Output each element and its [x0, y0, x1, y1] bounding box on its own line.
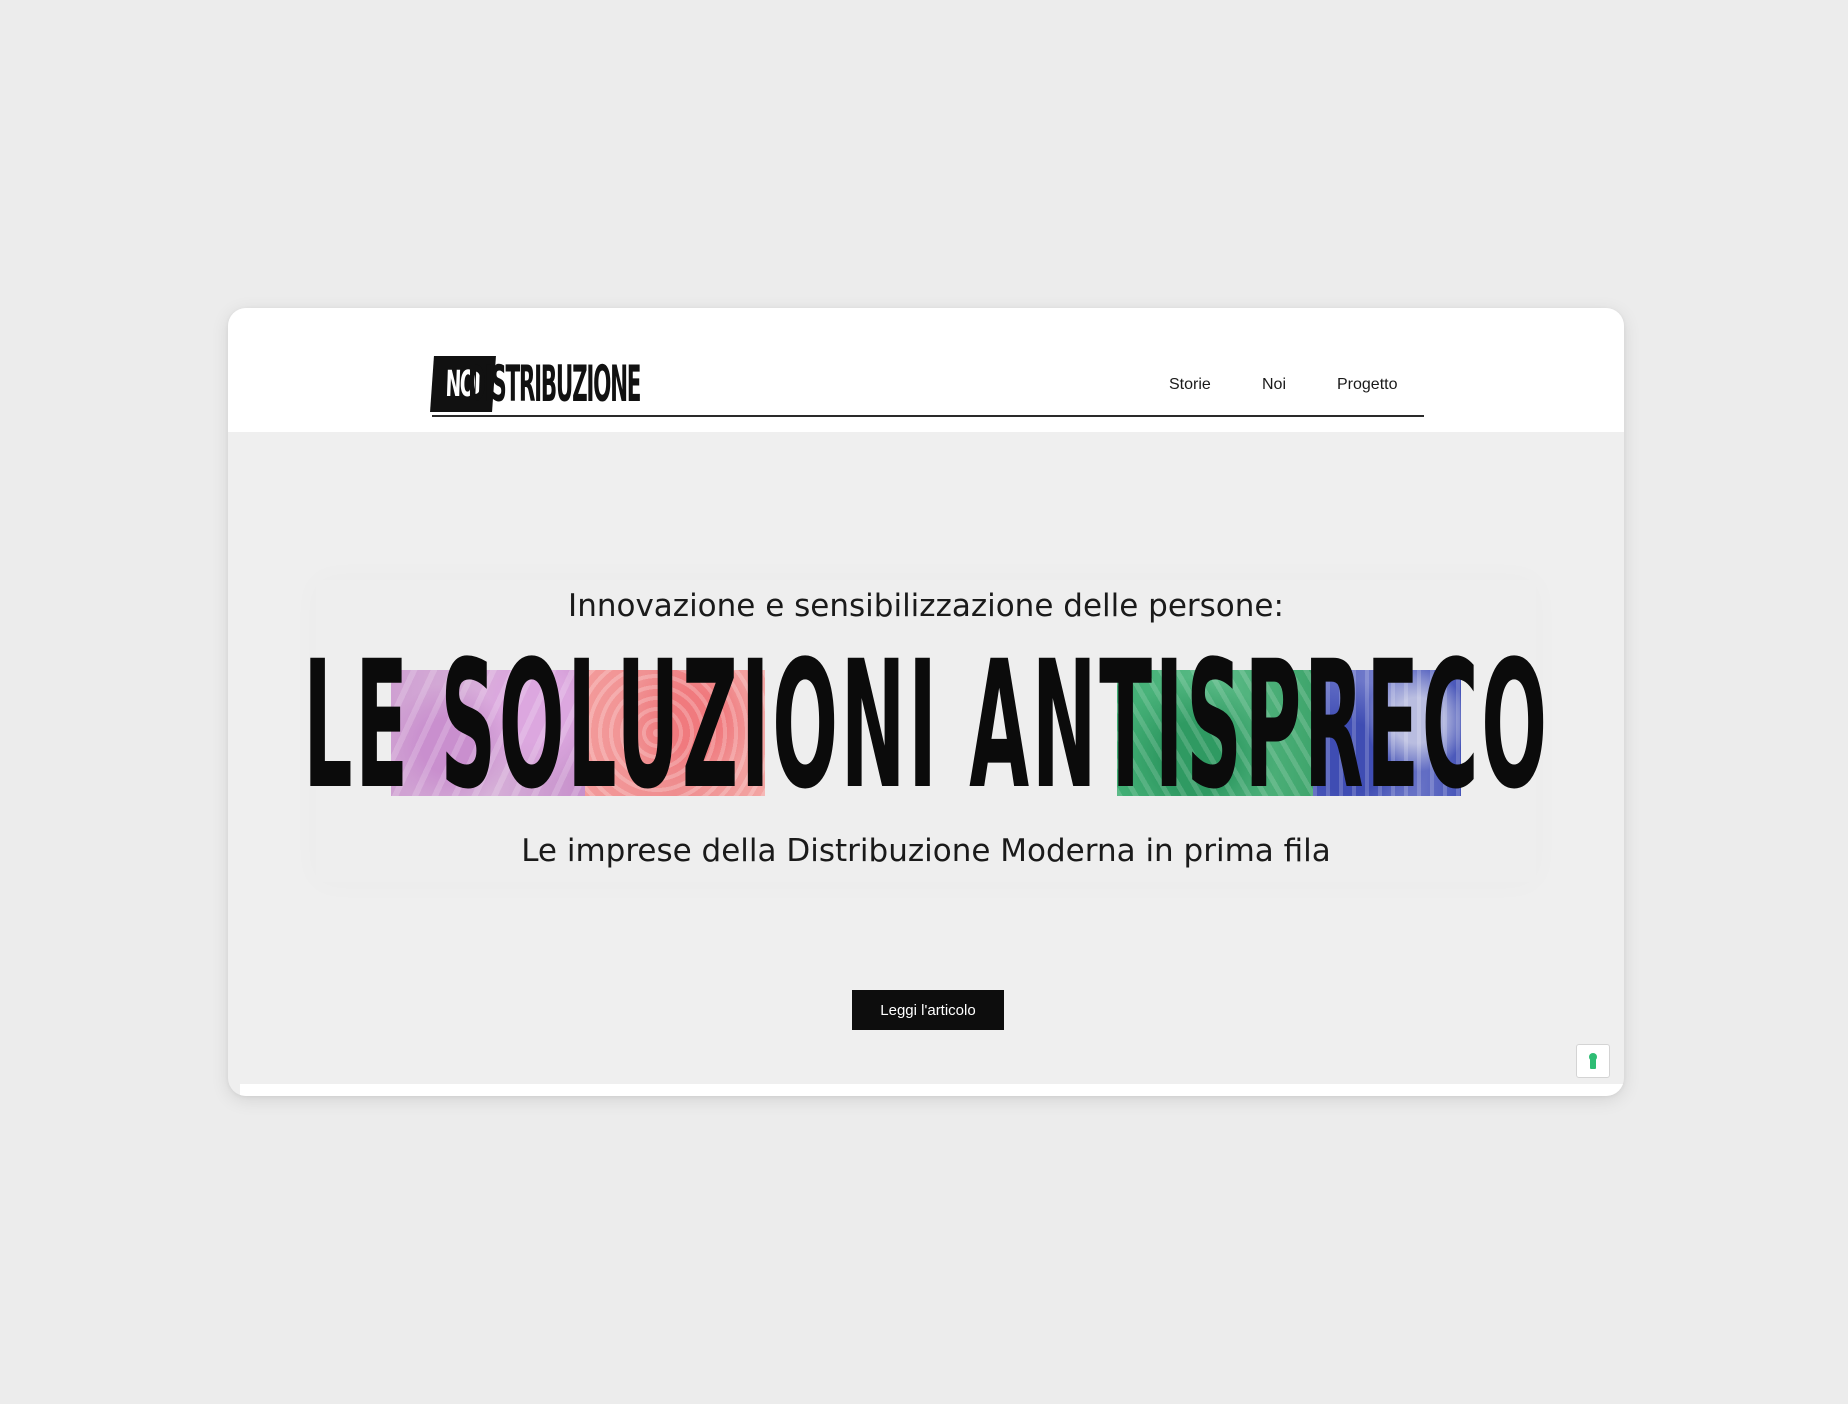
nav-item-storie[interactable]: Storie: [1169, 376, 1211, 394]
hero-headline-text: LE SOLUZIONI ANTISPRECO: [302, 623, 1550, 828]
nav-item-progetto[interactable]: Progetto: [1337, 376, 1397, 394]
hero-tagline: Le imprese della Distribuzione Moderna i…: [521, 833, 1331, 869]
main-nav: Storie Noi Progetto: [228, 376, 1624, 400]
hero-subtitle: Innovazione e sensibilizzazione delle pe…: [568, 588, 1284, 624]
header-divider: [432, 415, 1424, 417]
site-header: NOI DISTRIBUZIONE Storie Noi Progetto: [228, 308, 1624, 432]
nav-item-noi[interactable]: Noi: [1262, 376, 1286, 394]
cookie-settings-button[interactable]: [1576, 1044, 1610, 1078]
hero-headline: LE SOLUZIONI ANTISPRECO: [228, 638, 1624, 818]
keyhole-icon: [1589, 1053, 1597, 1069]
browser-window: NOI DISTRIBUZIONE Storie Noi Progetto In…: [228, 308, 1624, 1096]
read-article-button[interactable]: Leggi l'articolo: [852, 990, 1004, 1030]
page-bottom-edge: [240, 1084, 1624, 1096]
